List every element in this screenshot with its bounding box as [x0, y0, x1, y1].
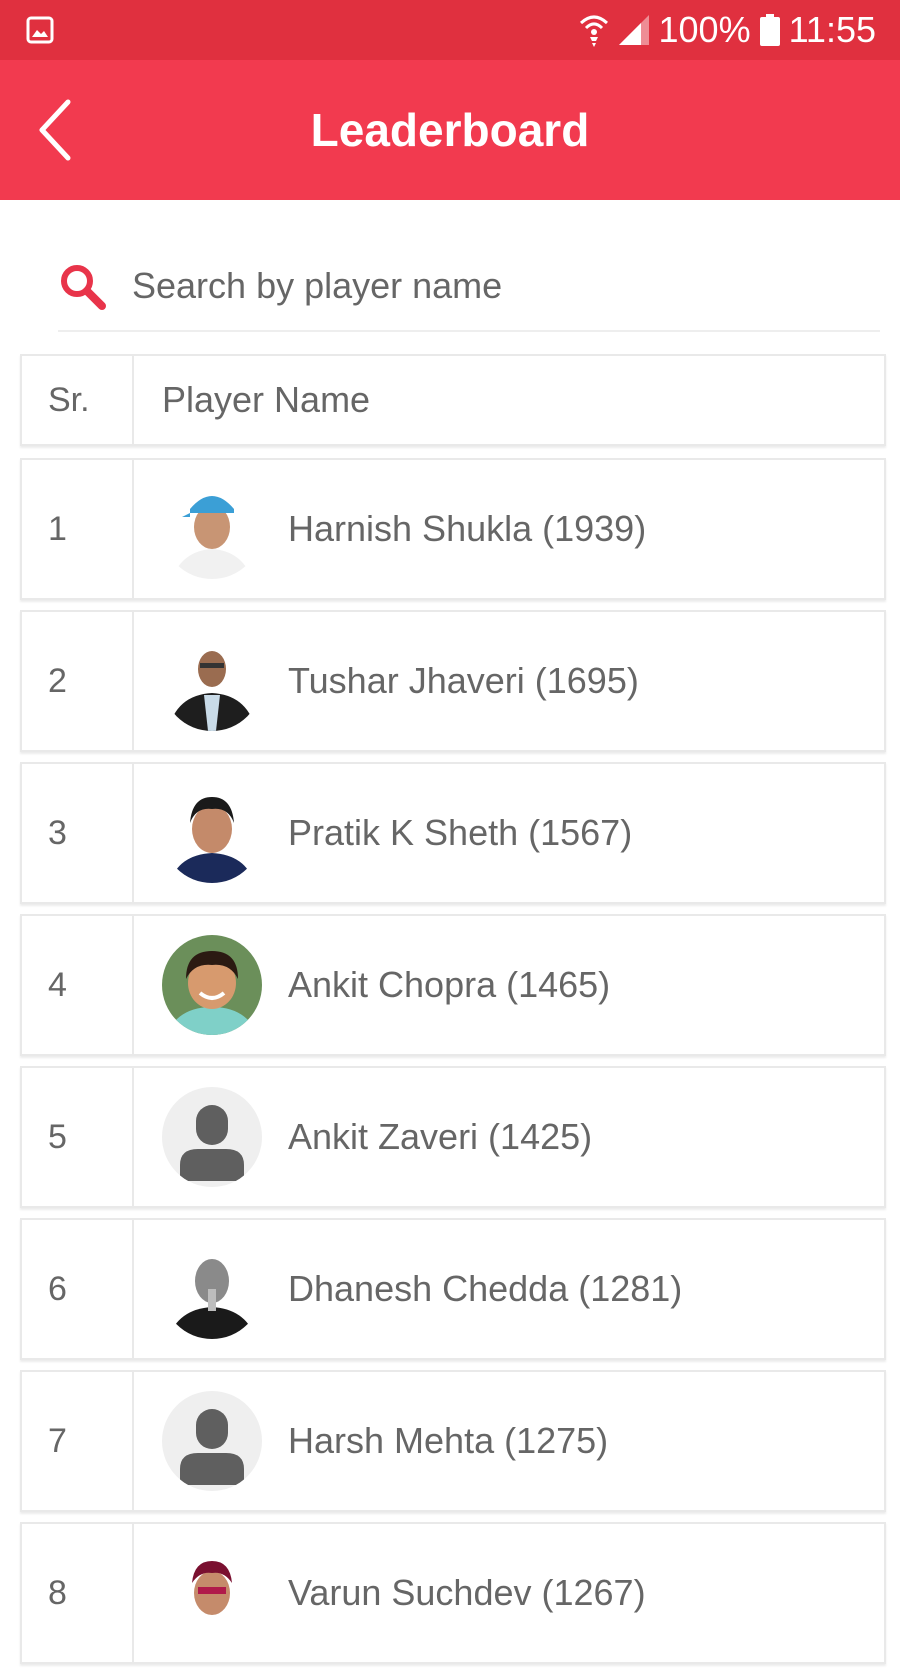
avatar — [162, 479, 262, 579]
row-player: Pratik K Sheth (1567) — [136, 764, 884, 902]
avatar — [162, 1543, 262, 1643]
row-sr: 8 — [22, 1524, 134, 1662]
avatar — [162, 1239, 262, 1339]
status-time: 11:55 — [788, 9, 876, 50]
back-arrow-icon — [39, 99, 71, 161]
status-indicators: 100% 11:55 — [579, 0, 876, 60]
avatar — [162, 631, 262, 731]
row-sr: 6 — [22, 1220, 134, 1358]
player-name: Harnish Shukla (1939) — [288, 508, 647, 549]
avatar-placeholder-icon — [162, 1087, 262, 1187]
row-player: Ankit Zaveri (1425) — [136, 1068, 884, 1206]
row-sr: 7 — [22, 1372, 134, 1510]
row-player: Varun Suchdev (1267) — [136, 1524, 884, 1662]
table-row[interactable]: 7 Harsh Mehta (1275) — [20, 1370, 886, 1512]
row-sr: 3 — [22, 764, 134, 902]
search-input[interactable] — [132, 256, 872, 316]
avatar-placeholder-icon — [162, 1391, 262, 1491]
status-bar: 100% 11:55 — [0, 0, 900, 60]
row-sr: 2 — [22, 612, 134, 750]
table-row[interactable]: 1 Harnish Shukla (1939) — [20, 458, 886, 600]
player-name: Harsh Mehta (1275) — [288, 1420, 609, 1461]
leaderboard-table: Sr. Player Name 1 Harnish Shukla (1939) … — [20, 354, 886, 1674]
row-player: Harsh Mehta (1275) — [136, 1372, 884, 1510]
signal-icon — [618, 15, 649, 45]
avatar — [162, 783, 262, 883]
player-name: Tushar Jhaveri (1695) — [288, 660, 639, 701]
table-header-row: Sr. Player Name — [20, 354, 886, 446]
table-row[interactable]: 3 Pratik K Sheth (1567) — [20, 762, 886, 904]
row-player: Dhanesh Chedda (1281) — [136, 1220, 884, 1358]
table-row[interactable]: 5 Ankit Zaveri (1425) — [20, 1066, 886, 1208]
avatar — [162, 935, 262, 1035]
header-sr: Sr. — [22, 356, 134, 444]
row-sr: 4 — [22, 916, 134, 1054]
row-player: Ankit Chopra (1465) — [136, 916, 884, 1054]
player-name: Ankit Chopra (1465) — [288, 964, 611, 1005]
wifi-icon — [579, 15, 608, 47]
table-row[interactable]: 6 Dhanesh Chedda (1281) — [20, 1218, 886, 1360]
gallery-icon — [26, 16, 54, 44]
player-name: Ankit Zaveri (1425) — [288, 1116, 593, 1157]
search-icon — [61, 265, 106, 310]
row-player: Harnish Shukla (1939) — [136, 460, 884, 598]
table-row[interactable]: 8 Varun Suchdev (1267) — [20, 1522, 886, 1664]
battery-icon — [759, 14, 780, 46]
battery-percentage: 100% — [658, 9, 751, 50]
player-name: Varun Suchdev (1267) — [288, 1572, 646, 1613]
search-bar[interactable] — [58, 248, 880, 332]
row-sr: 1 — [22, 460, 134, 598]
row-sr: 5 — [22, 1068, 134, 1206]
table-row[interactable]: 2 Tushar Jhaveri (1695) — [20, 610, 886, 752]
header-player-name: Player Name — [162, 379, 371, 420]
page-title: Leaderboard — [310, 104, 590, 156]
row-player: Tushar Jhaveri (1695) — [136, 612, 884, 750]
back-button[interactable] — [14, 90, 94, 170]
app-bar: Leaderboard — [0, 60, 900, 200]
table-row[interactable]: 4 Ankit Chopra (1465) — [20, 914, 886, 1056]
player-name: Dhanesh Chedda (1281) — [288, 1268, 683, 1309]
player-name: Pratik K Sheth (1567) — [288, 812, 633, 853]
